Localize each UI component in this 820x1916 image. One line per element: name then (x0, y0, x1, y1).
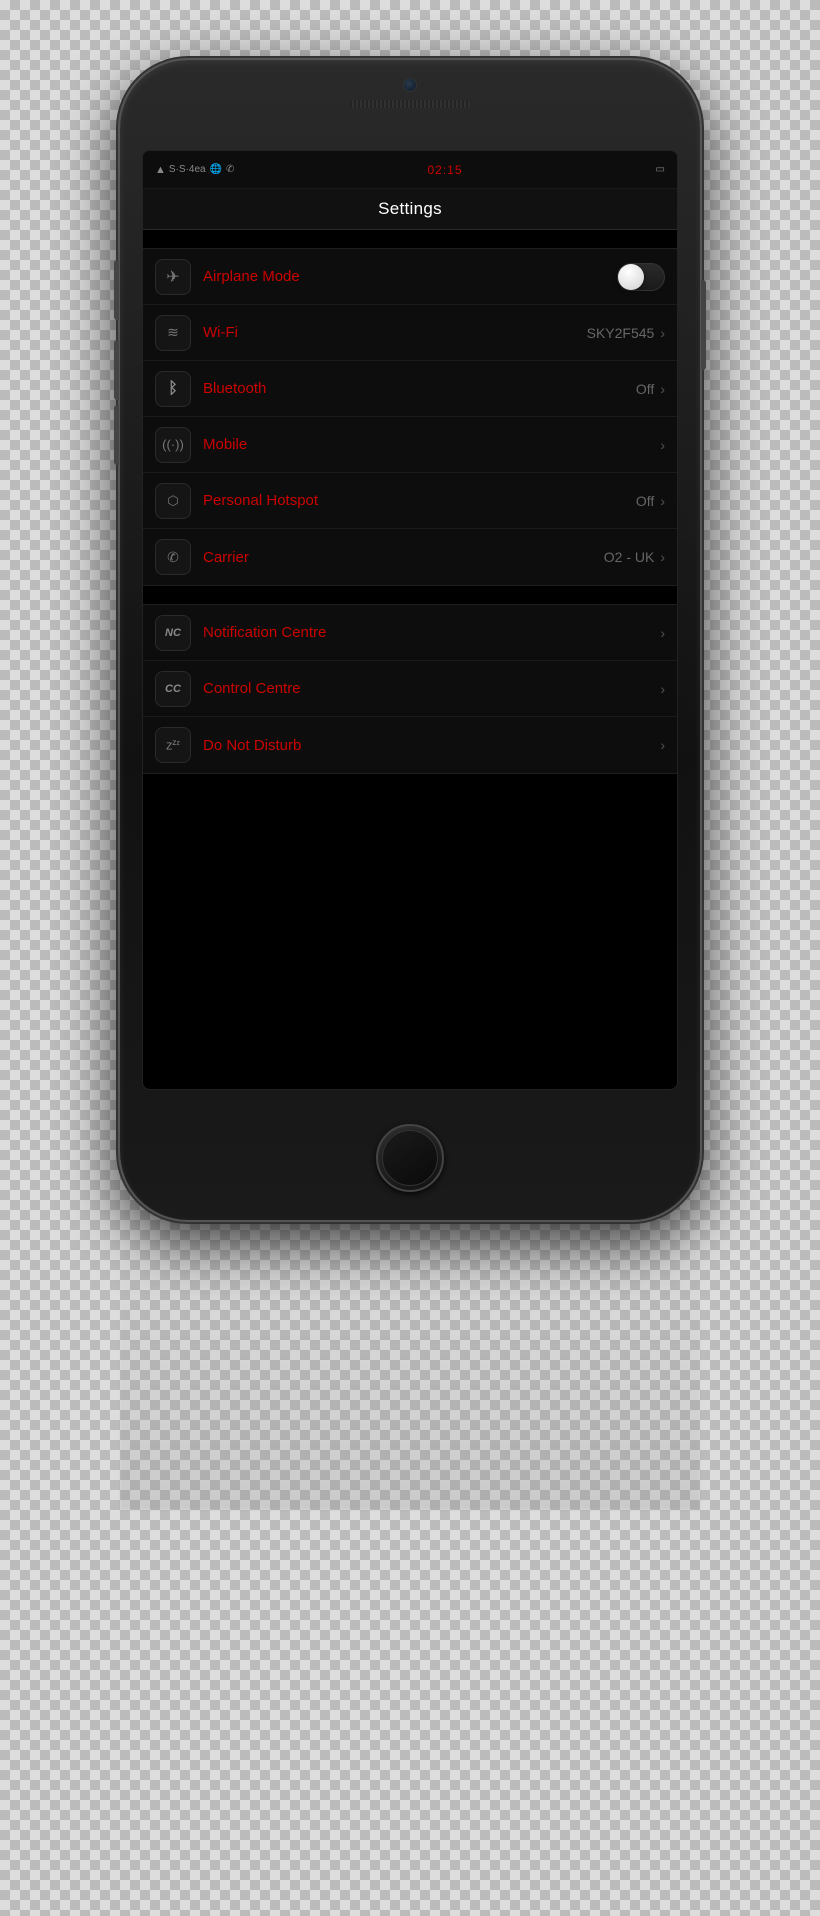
call-icon: ✆ (226, 164, 234, 175)
status-time: 02:15 (427, 163, 462, 177)
carrier-chevron: › (660, 549, 665, 565)
settings-row-do-not-disturb[interactable]: Zzz Do Not Disturb › (143, 717, 677, 773)
bt-symbol: ᛒ (168, 380, 178, 398)
personal-hotspot-chevron: › (660, 493, 665, 509)
mobile-icon: ((·)) (155, 427, 191, 463)
status-bar: ▲ S·S·4ea 🌐 ✆ 02:15 ▭ (143, 151, 677, 189)
signal-icon: ▲ (155, 164, 165, 176)
control-centre-chevron: › (660, 681, 665, 697)
battery-icon: ▭ (656, 164, 665, 175)
wifi-chevron: › (660, 325, 665, 341)
speaker-grille (350, 100, 470, 108)
control-centre-icon: CC (155, 671, 191, 707)
do-not-disturb-icon: Zzz (155, 727, 191, 763)
do-not-disturb-chevron: › (660, 737, 665, 753)
notification-centre-icon: NC (155, 615, 191, 651)
phone-reflection (120, 1220, 700, 1500)
hotspot-symbol: ⬡ (167, 493, 178, 509)
section-spacer-1 (143, 230, 677, 248)
front-camera-area (350, 78, 470, 108)
wifi-value: SKY2F545 (587, 325, 655, 341)
personal-hotspot-value: Off (636, 493, 654, 509)
settings-row-wifi[interactable]: ≋ Wi-Fi SKY2F545 › (143, 305, 677, 361)
reflection-visual (120, 1230, 700, 1510)
toggle-knob (618, 264, 644, 290)
wifi-symbol: ≋ (167, 324, 179, 341)
wifi-label: Wi-Fi (203, 324, 587, 341)
airplane-mode-icon: ✈ (155, 259, 191, 295)
nav-bar: Settings (143, 189, 677, 230)
mobile-chevron: › (660, 437, 665, 453)
bluetooth-label: Bluetooth (203, 380, 636, 397)
settings-row-personal-hotspot[interactable]: ⬡ Personal Hotspot Off › (143, 473, 677, 529)
settings-group-notifications: NC Notification Centre › CC Control Cent… (143, 604, 677, 774)
phone-symbol: ✆ (167, 549, 179, 566)
carrier-icon: ✆ (155, 539, 191, 575)
hotspot-icon: ⬡ (155, 483, 191, 519)
phone-shell: ▲ S·S·4ea 🌐 ✆ 02:15 ▭ Settings (120, 60, 700, 1220)
section-spacer-2 (143, 586, 677, 604)
settings-row-airplane-mode[interactable]: ✈ Airplane Mode (143, 249, 677, 305)
home-button-inner (382, 1130, 438, 1186)
settings-row-bluetooth[interactable]: ᛒ Bluetooth Off › (143, 361, 677, 417)
control-centre-label: Control Centre (203, 680, 660, 697)
wifi-icon: ≋ (155, 315, 191, 351)
airplane-symbol: ✈ (166, 267, 179, 287)
personal-hotspot-label: Personal Hotspot (203, 492, 636, 509)
settings-row-mobile[interactable]: ((·)) Mobile › (143, 417, 677, 473)
nc-symbol: NC (165, 627, 181, 639)
globe-symbol: ((·)) (162, 437, 184, 452)
notification-centre-chevron: › (660, 625, 665, 641)
settings-row-notification-centre[interactable]: NC Notification Centre › (143, 605, 677, 661)
carrier-value: O2 - UK (604, 549, 655, 565)
home-button-area[interactable] (376, 1124, 444, 1192)
front-camera (403, 78, 417, 92)
home-button[interactable] (376, 1124, 444, 1192)
bluetooth-value: Off (636, 381, 654, 397)
airplane-mode-label: Airplane Mode (203, 268, 617, 285)
phone-screen: ▲ S·S·4ea 🌐 ✆ 02:15 ▭ Settings (142, 150, 678, 1090)
settings-group-connectivity: ✈ Airplane Mode ≋ Wi-Fi SKY2F545 (143, 248, 677, 586)
status-left: ▲ S·S·4ea 🌐 ✆ (155, 164, 234, 176)
settings-row-control-centre[interactable]: CC Control Centre › (143, 661, 677, 717)
settings-content: ✈ Airplane Mode ≋ Wi-Fi SKY2F545 (143, 230, 677, 1088)
airplane-mode-toggle[interactable] (617, 263, 665, 291)
cc-symbol: CC (165, 683, 181, 695)
mobile-label: Mobile (203, 436, 660, 453)
section-spacer-3 (143, 774, 677, 792)
carrier-text: S·S·4ea (169, 164, 206, 175)
bluetooth-icon: ᛒ (155, 371, 191, 407)
status-right: ▭ (656, 164, 665, 175)
zzz-symbol: Zzz (166, 737, 180, 752)
do-not-disturb-label: Do Not Disturb (203, 737, 660, 754)
wifi-status-icon: 🌐 (210, 164, 222, 175)
settings-row-carrier[interactable]: ✆ Carrier O2 - UK › (143, 529, 677, 585)
notification-centre-label: Notification Centre (203, 624, 660, 641)
carrier-label: Carrier (203, 549, 604, 566)
nav-title: Settings (143, 199, 677, 219)
bluetooth-chevron: › (660, 381, 665, 397)
